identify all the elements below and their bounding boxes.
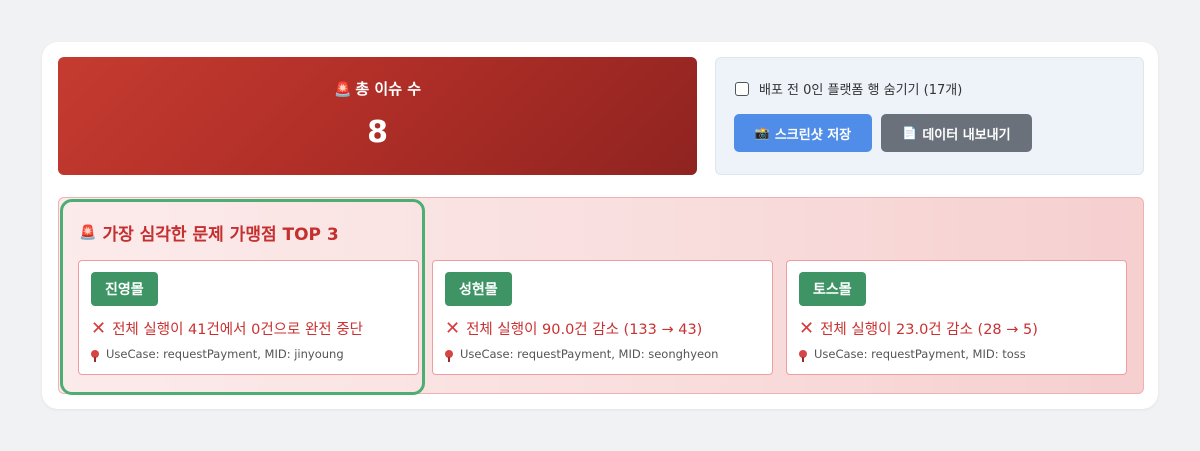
top3-title: 🚨 가장 심각한 문제 가맹점 TOP 3 (79, 220, 339, 246)
dashboard-card: 🚨 총 이슈 수 8 배포 전 0인 플랫폼 행 숨기기 (17개) 📸 스크린샷… (42, 42, 1158, 409)
top3-section: 🚨 가장 심각한 문제 가맹점 TOP 3 진영몰 ✕ 전체 실행이 41건에서… (58, 197, 1144, 395)
export-data-button[interactable]: 📄 데이터 내보내기 (881, 114, 1032, 152)
store-issue-text: 전체 실행이 23.0건 감소 (28 → 5) (820, 322, 1038, 338)
store-issue-text: 전체 실행이 90.0건 감소 (133 → 43) (466, 322, 703, 338)
pin-icon (445, 350, 453, 362)
pin-icon (91, 350, 99, 362)
screenshot-button-label: 스크린샷 저장 (774, 127, 852, 143)
cross-icon: ✕ (445, 318, 461, 339)
store-issue: ✕ 전체 실행이 41건에서 0건으로 완전 중단 (91, 318, 363, 339)
cross-icon: ✕ (91, 318, 107, 339)
store-card-1: 진영몰 ✕ 전체 실행이 41건에서 0건으로 완전 중단 UseCase: r… (78, 260, 419, 375)
export-button-label: 데이터 내보내기 (922, 127, 1011, 143)
store-meta-text: UseCase: requestPayment, MID: seonghyeon (460, 347, 719, 361)
store-meta-text: UseCase: requestPayment, MID: jinyoung (106, 347, 344, 361)
store-issue-text: 전체 실행이 41건에서 0건으로 완전 중단 (112, 322, 363, 338)
camera-icon: 📸 (754, 126, 770, 140)
store-card-2: 성현몰 ✕ 전체 실행이 90.0건 감소 (133 → 43) UseCase… (432, 260, 773, 375)
store-meta-text: UseCase: requestPayment, MID: toss (814, 347, 1026, 361)
store-name-badge: 성현몰 (445, 272, 512, 306)
pin-icon (799, 350, 807, 362)
store-meta: UseCase: requestPayment, MID: seonghyeon (445, 347, 719, 362)
controls-panel: 배포 전 0인 플랫폼 행 숨기기 (17개) 📸 스크린샷 저장 📄 데이터 … (715, 57, 1144, 175)
total-issues-title: 총 이슈 수 (355, 80, 422, 98)
store-name-badge: 토스몰 (799, 272, 866, 306)
screenshot-button[interactable]: 📸 스크린샷 저장 (734, 114, 872, 152)
total-issues-panel: 🚨 총 이슈 수 8 (58, 57, 697, 175)
siren-icon: 🚨 (333, 82, 352, 98)
total-issues-count: 8 (367, 115, 388, 150)
hide-zero-toggle[interactable]: 배포 전 0인 플랫폼 행 숨기기 (17개) (735, 79, 962, 98)
store-meta: UseCase: requestPayment, MID: jinyoung (91, 347, 344, 362)
hide-zero-label: 배포 전 0인 플랫폼 행 숨기기 (17개) (759, 83, 963, 98)
top3-title-text: 가장 심각한 문제 가맹점 TOP 3 (102, 225, 339, 245)
cross-icon: ✕ (799, 318, 815, 339)
store-meta: UseCase: requestPayment, MID: toss (799, 347, 1026, 362)
siren-icon: 🚨 (79, 224, 97, 241)
store-card-3: 토스몰 ✕ 전체 실행이 23.0건 감소 (28 → 5) UseCase: … (786, 260, 1127, 375)
hide-zero-checkbox[interactable] (735, 81, 749, 96)
store-issue: ✕ 전체 실행이 23.0건 감소 (28 → 5) (799, 318, 1038, 339)
store-issue: ✕ 전체 실행이 90.0건 감소 (133 → 43) (445, 318, 702, 339)
store-name-badge: 진영몰 (91, 272, 158, 306)
total-issues-label: 🚨 총 이슈 수 (58, 78, 697, 99)
document-icon: 📄 (902, 126, 918, 140)
